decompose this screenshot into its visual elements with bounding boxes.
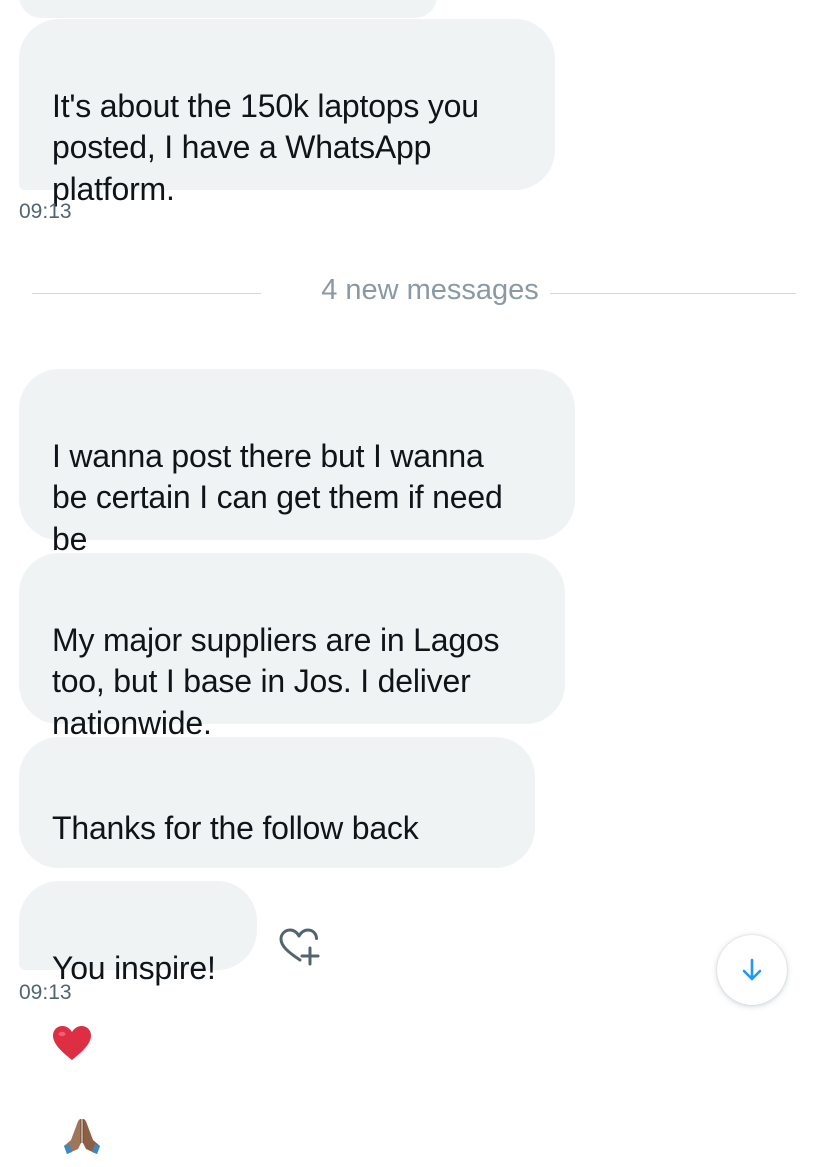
message-text: Thanks for the follow back [52,810,419,846]
message-text: It's about the 150k laptops you posted, … [52,87,479,207]
message-bubble[interactable]: It's about the 150k laptops you posted, … [19,19,555,207]
scroll-to-bottom-button[interactable] [717,935,787,1005]
divider-line-right [550,293,796,294]
new-messages-divider: 4 new messages [32,274,796,306]
message-bubble[interactable]: You inspire! [19,881,257,986]
message-text: My major suppliers are in Lagos too, but… [52,621,500,741]
message-bubble[interactable]: I wanna post there but I wanna be certai… [19,369,575,557]
divider-label: 4 new messages [321,274,539,306]
message-text: I wanna post there but I wanna be certai… [52,437,503,557]
message-bubble[interactable]: Thanks for the follow back [19,737,535,1154]
message-bubble-partial[interactable] [19,0,437,18]
arrow-down-icon [742,958,762,981]
message-bubble[interactable]: My major suppliers are in Lagos too, but… [19,553,565,741]
message-timestamp: 09:13 [19,200,72,223]
folded-hands-icon [60,1072,104,1167]
message-timestamp: 09:13 [19,981,72,1004]
heart-plus-icon[interactable] [276,926,324,968]
divider-line-left [32,293,261,294]
message-text: You inspire! [52,949,216,986]
